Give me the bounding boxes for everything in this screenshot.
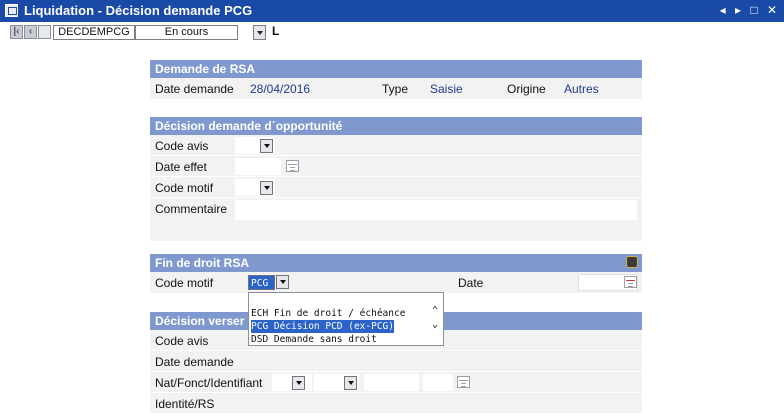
calendar-icon[interactable] <box>624 276 637 288</box>
date-effet-label: Date effet <box>155 160 207 174</box>
row-code-motif-fin: Code motif PCG Date <box>150 272 642 294</box>
scroll-down-icon[interactable]: ⌄ <box>429 319 441 331</box>
window-title-bar: Liquidation - Décision demande PCG ◂ ▸ □… <box>0 0 784 22</box>
date-demande-label: Date demande <box>155 82 234 96</box>
code-motif-label: Code motif <box>155 181 214 195</box>
commentaire-label: Commentaire <box>155 202 228 216</box>
record-code-field[interactable]: DECDEMPCG <box>53 25 135 40</box>
window-controls[interactable]: ◂ ▸ □ ✕ <box>720 3 780 17</box>
window-title: Liquidation - Décision demande PCG <box>24 3 253 18</box>
commentaire-input[interactable] <box>235 200 637 220</box>
row-date-demande-versement: Date demande <box>150 351 642 372</box>
origine-value: Autres <box>564 82 599 96</box>
previous-record-icon[interactable]: ‹ <box>24 25 37 39</box>
identifiant-extra-input[interactable] <box>423 374 453 391</box>
identite-label: Identité/RS <box>155 397 215 411</box>
row-date-effet: Date effet <box>150 156 642 177</box>
date-label: Date <box>458 276 484 290</box>
scroll-up-icon[interactable]: ⌃ <box>429 305 441 317</box>
panel-fin-droit: Fin de droit RSA Code motif PCG Date <box>150 254 642 294</box>
panel-header: Fin de droit RSA <box>150 254 642 272</box>
date-demande-value: 28/04/2016 <box>250 82 311 96</box>
calendar-icon[interactable] <box>457 376 470 388</box>
toolbar: |‹ ‹ DECDEMPCG En cours L <box>0 22 784 44</box>
code-motif-dropdown-button[interactable] <box>260 181 273 195</box>
code-avis-label: Code avis <box>155 139 209 153</box>
code-motif-label: Code motif <box>155 276 214 290</box>
dropdown-option[interactable]: DSD Demande sans droit <box>251 333 377 346</box>
dropdown-option[interactable]: ECH Fin de droit / échéance <box>251 307 405 320</box>
status-field[interactable]: En cours <box>135 25 238 40</box>
mode-letter: L <box>272 24 280 38</box>
panel-title: Fin de droit RSA <box>155 256 249 270</box>
origine-label: Origine <box>507 82 546 96</box>
panel-demande-rsa: Demande de RSA Date demande 28/04/2016 T… <box>150 60 642 100</box>
code-motif-dropdown-list[interactable]: ECH Fin de droit / échéance PCG Décision… <box>248 292 444 346</box>
row-code-avis: Code avis <box>150 135 642 156</box>
row-commentaire: Commentaire <box>150 198 642 242</box>
fonct-dropdown-button[interactable] <box>344 376 357 390</box>
date-effet-input[interactable] <box>235 158 281 175</box>
type-value: Saisie <box>430 82 463 96</box>
code-avis-label: Code avis <box>155 334 209 348</box>
nat-dropdown-button[interactable] <box>292 376 305 390</box>
first-record-icon[interactable]: |‹ <box>10 25 23 39</box>
date-demande-label: Date demande <box>155 355 234 369</box>
row-date-demande: Date demande 28/04/2016 Type Saisie Orig… <box>150 78 642 100</box>
code-motif-select[interactable]: PCG <box>248 275 275 290</box>
panel-decision-opportunite: Décision demande d´opportunité Code avis… <box>150 117 642 242</box>
identifiant-input[interactable] <box>364 374 419 391</box>
code-motif-dropdown-button[interactable] <box>276 275 289 289</box>
panel-header: Demande de RSA <box>150 60 642 78</box>
calendar-icon[interactable] <box>286 160 299 172</box>
app-icon <box>5 4 18 17</box>
row-code-motif: Code motif <box>150 177 642 198</box>
code-avis-dropdown-button[interactable] <box>260 139 273 153</box>
status-dropdown-button[interactable] <box>253 25 266 40</box>
row-identite: Identité/RS <box>150 393 642 414</box>
panel-header: Décision demande d´opportunité <box>150 117 642 135</box>
record-separator <box>38 25 51 39</box>
dropdown-option-selected[interactable]: PCG Décision PCD (ex-PCG) <box>251 320 394 333</box>
type-label: Type <box>382 82 409 96</box>
row-nat-fonct: Nat/Fonct/Identifiant <box>150 372 642 393</box>
helper-icon[interactable] <box>626 256 638 268</box>
nat-fonct-label: Nat/Fonct/Identifiant <box>155 376 263 390</box>
